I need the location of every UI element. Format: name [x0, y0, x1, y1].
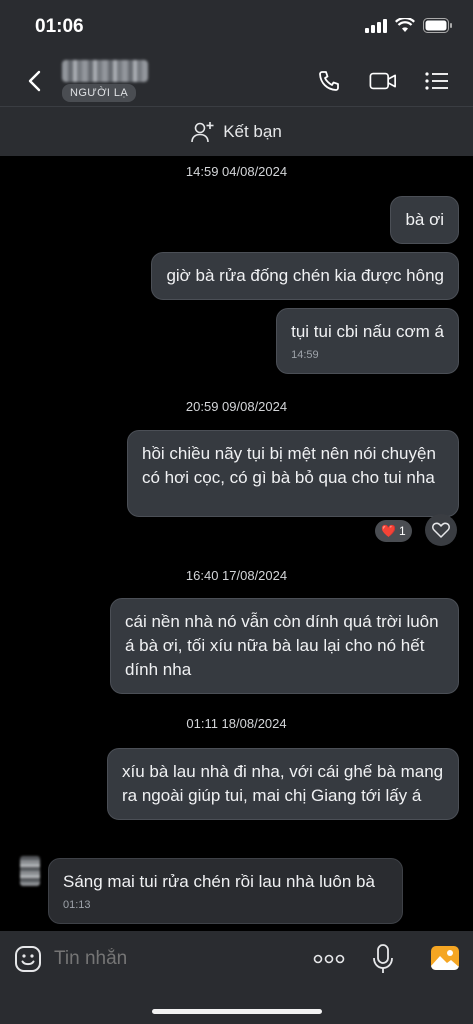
battery-icon [423, 18, 452, 33]
phone-icon [319, 71, 339, 91]
message-text: bà ơi [405, 210, 444, 229]
more-dots-icon [313, 954, 345, 964]
message-time: 01:13 [63, 899, 91, 911]
message-text: xíu bà lau nhà đi nha, với cái ghế bà ma… [122, 762, 444, 805]
add-user-icon [191, 121, 214, 142]
signal-icon [365, 18, 387, 33]
image-button[interactable] [430, 943, 460, 973]
home-indicator [152, 1009, 322, 1014]
chevron-left-icon [28, 70, 41, 92]
add-friend-label: Kết bạn [223, 121, 282, 141]
message-text: Sáng mai tui rửa chén rồi lau nhà luôn b… [63, 872, 375, 891]
heart-outline-icon [432, 522, 450, 538]
react-button[interactable] [425, 514, 457, 546]
timestamp: 20:59 09/08/2024 [185, 399, 288, 414]
message-outgoing[interactable]: tụi tui cbi nấu cơm á 14:59 [276, 308, 459, 374]
video-camera-icon [369, 72, 396, 90]
message-outgoing[interactable]: giờ bà rửa đống chén kia được hông [151, 252, 459, 300]
message-text: tụi tui cbi nấu cơm á [291, 322, 444, 341]
video-call-button[interactable] [369, 68, 397, 94]
call-button[interactable] [315, 68, 343, 94]
microphone-button[interactable] [372, 943, 394, 975]
message-outgoing[interactable]: xíu bà lau nhà đi nha, với cái ghế bà ma… [107, 748, 459, 820]
timestamp: 16:40 17/08/2024 [185, 568, 288, 583]
message-outgoing[interactable]: bà ơi [390, 196, 459, 244]
emoji-icon [15, 946, 41, 972]
stranger-badge: NGƯỜI LẠ [62, 84, 137, 102]
message-outgoing[interactable]: hồi chiều nãy tụi bị mệt nên nói chuyện … [127, 430, 459, 517]
message-incoming[interactable]: Sáng mai tui rửa chén rồi lau nhà luôn b… [48, 858, 403, 924]
header-actions [315, 68, 451, 94]
emoji-button[interactable] [14, 945, 42, 973]
chat-header: NGƯỜI LẠ [0, 56, 473, 106]
status-bar: 01:06 [0, 0, 473, 56]
microphone-icon [373, 944, 393, 973]
menu-button[interactable] [423, 68, 451, 94]
message-time: 14:59 [291, 349, 319, 361]
message-list[interactable]: 14:59 04/08/2024 bà ơi giờ bà rửa đống c… [0, 156, 473, 931]
back-button[interactable] [20, 66, 48, 96]
timestamp: 01:11 18/08/2024 [186, 716, 287, 731]
reaction-count: 1 [398, 524, 406, 538]
more-button[interactable] [312, 945, 346, 973]
add-friend-button[interactable]: Kết bạn [0, 106, 473, 156]
wifi-icon [395, 18, 415, 32]
message-text: giờ bà rửa đống chén kia được hông [166, 266, 444, 285]
message-text: cái nền nhà nó vẫn còn dính quá trời luô… [125, 612, 439, 679]
status-icons [365, 18, 453, 33]
timestamp: 14:59 04/08/2024 [185, 164, 288, 179]
status-time: 01:06 [35, 16, 84, 37]
reaction-badge[interactable]: ❤️ 1 [375, 520, 412, 542]
message-input[interactable] [54, 945, 284, 973]
message-text: hồi chiều nãy tụi bị mệt nên nói chuyện … [142, 444, 436, 487]
message-outgoing[interactable]: cái nền nhà nó vẫn còn dính quá trời luô… [110, 598, 459, 694]
image-icon [431, 946, 459, 970]
list-menu-icon [425, 72, 448, 90]
avatar[interactable] [20, 856, 40, 886]
heart-reaction-icon: ❤️ [381, 524, 396, 538]
contact-name-blurred[interactable] [62, 60, 148, 82]
